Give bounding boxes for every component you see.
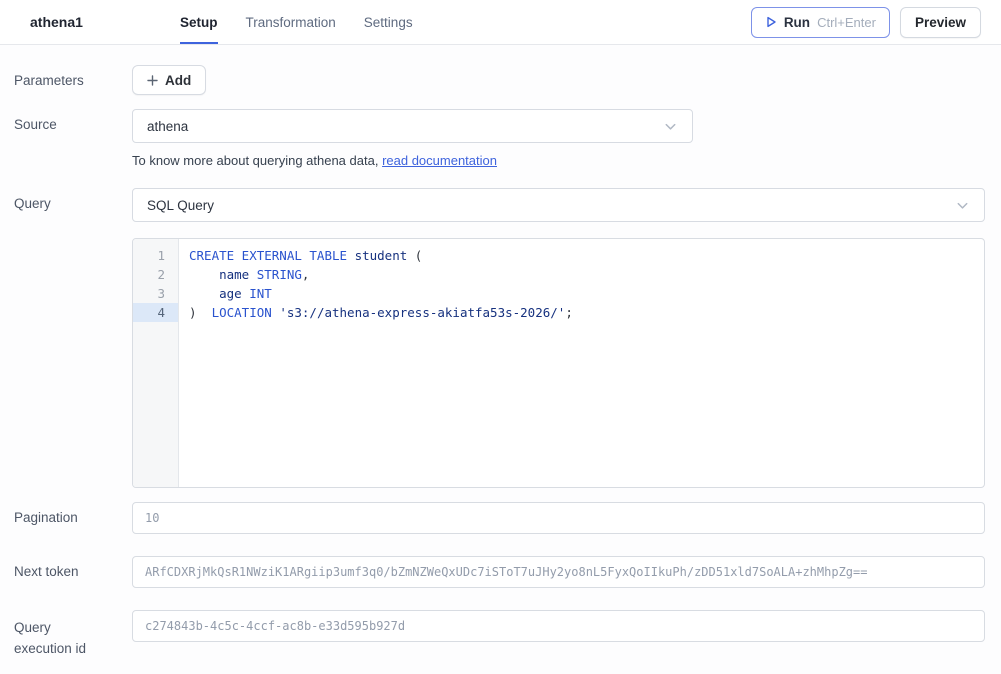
source-help-text: To know more about querying athena data,… xyxy=(132,153,985,168)
line-number: 3 xyxy=(133,284,178,303)
source-label: Source xyxy=(0,109,132,132)
query-execution-id-label: Query execution id xyxy=(0,610,132,660)
code-line[interactable]: age INT xyxy=(189,284,984,303)
next-token-input[interactable] xyxy=(132,556,985,588)
chevron-down-icon xyxy=(955,198,970,213)
preview-button[interactable]: Preview xyxy=(900,7,981,38)
query-title[interactable]: athena1 xyxy=(30,14,83,30)
tab-bar: Setup Transformation Settings xyxy=(180,0,413,44)
query-title-wrap: athena1 xyxy=(0,0,180,44)
pagination-row: Pagination xyxy=(0,502,1001,534)
tab-transformation[interactable]: Transformation xyxy=(246,0,336,44)
source-select-value: athena xyxy=(147,119,188,134)
source-select[interactable]: athena xyxy=(132,109,693,143)
code-line[interactable]: CREATE EXTERNAL TABLE student ( xyxy=(189,246,984,265)
query-execution-id-row: Query execution id xyxy=(0,610,1001,660)
chevron-down-icon xyxy=(663,119,678,134)
source-help-prefix: To know more about querying athena data, xyxy=(132,153,382,168)
run-shortcut-hint: Ctrl+Enter xyxy=(817,15,876,30)
play-icon xyxy=(765,16,777,28)
add-parameter-label: Add xyxy=(165,73,191,88)
header: athena1 Setup Transformation Settings Ru… xyxy=(0,0,1001,45)
next-token-label: Next token xyxy=(0,556,132,579)
run-button-label: Run xyxy=(784,15,810,30)
code-lines[interactable]: CREATE EXTERNAL TABLE student ( name STR… xyxy=(179,239,984,487)
line-number: 1 xyxy=(133,246,178,265)
code-line[interactable]: ) LOCATION 's3://athena-express-akiatfa5… xyxy=(189,303,984,322)
sql-code-editor[interactable]: 1234 CREATE EXTERNAL TABLE student ( nam… xyxy=(132,238,985,488)
query-editor-panel: athena1 Setup Transformation Settings Ru… xyxy=(0,0,1001,660)
code-gutter: 1234 xyxy=(133,239,179,487)
parameters-label: Parameters xyxy=(0,65,132,88)
add-parameter-button[interactable]: Add xyxy=(132,65,206,95)
next-token-row: Next token xyxy=(0,556,1001,588)
code-line[interactable]: name STRING, xyxy=(189,265,984,284)
source-row: Source athena To know more about queryin… xyxy=(0,109,1001,168)
plus-icon xyxy=(147,75,158,86)
query-setup-form: Parameters Add Source athena xyxy=(0,45,1001,660)
pagination-label: Pagination xyxy=(0,502,132,525)
line-number: 2 xyxy=(133,265,178,284)
header-actions: Run Ctrl+Enter Preview xyxy=(751,0,1001,44)
read-documentation-link[interactable]: read documentation xyxy=(382,153,497,168)
query-execution-id-input[interactable] xyxy=(132,610,985,642)
run-button[interactable]: Run Ctrl+Enter xyxy=(751,7,890,38)
query-label: Query xyxy=(0,188,132,211)
tab-setup[interactable]: Setup xyxy=(180,0,218,44)
tab-settings[interactable]: Settings xyxy=(364,0,413,44)
line-number: 4 xyxy=(133,303,178,322)
pagination-input[interactable] xyxy=(132,502,985,534)
parameters-row: Parameters Add xyxy=(0,65,1001,95)
query-type-select[interactable]: SQL Query xyxy=(132,188,985,222)
query-type-value: SQL Query xyxy=(147,198,214,213)
query-row: Query SQL Query 1234 CREATE EXTERNAL TAB… xyxy=(0,188,1001,488)
